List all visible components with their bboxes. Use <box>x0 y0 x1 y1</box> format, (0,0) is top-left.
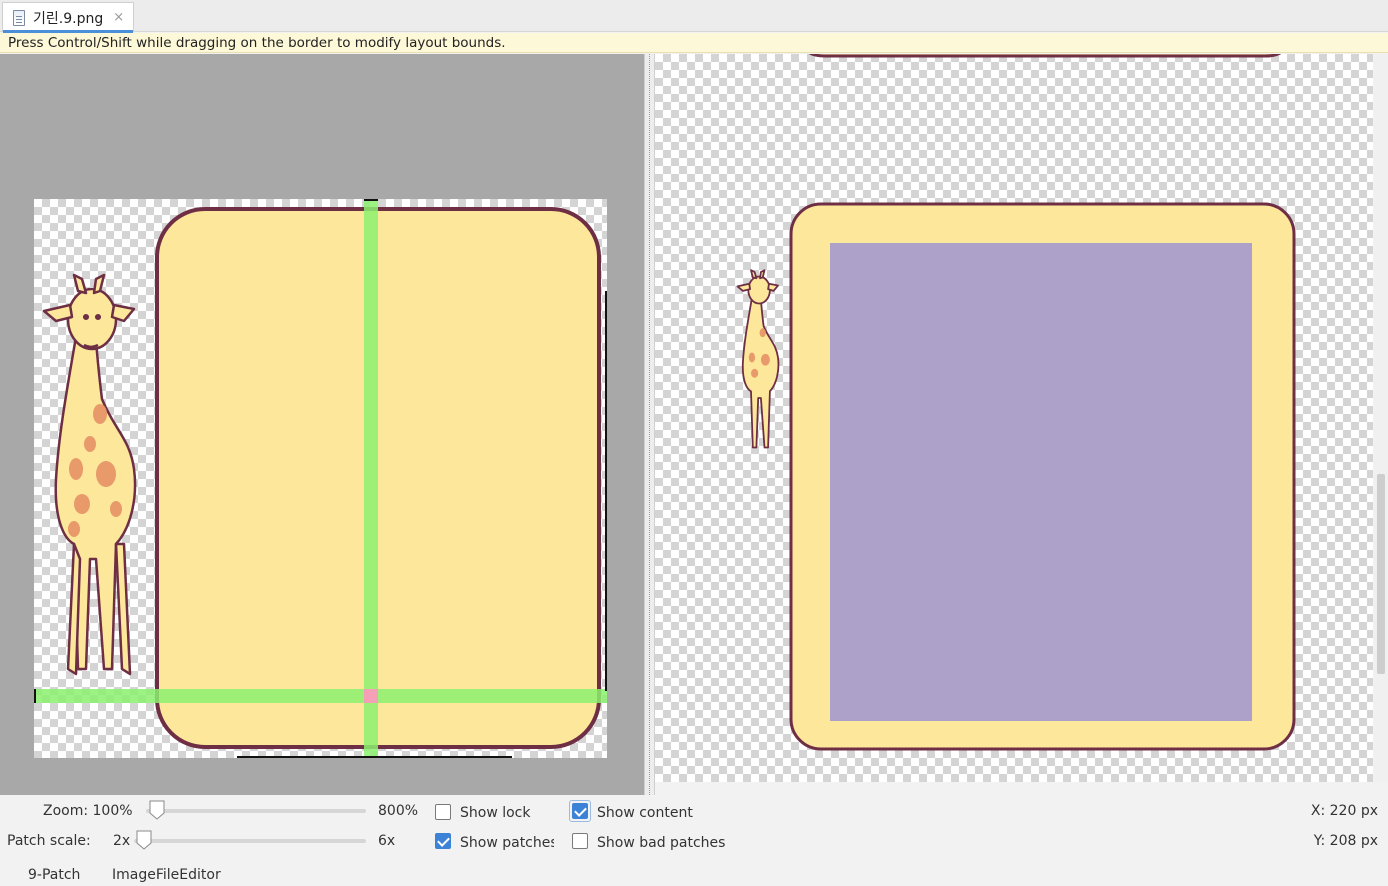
editor-tab-bar: 기린.9.png × <box>0 0 1388 33</box>
hint-bar: Press Control/Shift while dragging on th… <box>0 33 1388 53</box>
scrollbar-thumb[interactable] <box>1377 474 1385 674</box>
pane-splitter[interactable] <box>644 54 655 795</box>
show-content-checkbox[interactable] <box>572 803 588 819</box>
bottom-tab-9patch[interactable]: 9-Patch <box>28 867 80 883</box>
show-content-label: Show content <box>597 805 693 821</box>
giraffe-image <box>42 273 137 676</box>
patch-scale-min: 2x <box>113 833 131 849</box>
cursor-x-readout: X: 220 px <box>1310 803 1378 819</box>
bottom-tab-imagefileeditor[interactable]: ImageFileEditor <box>112 867 221 883</box>
file-icon <box>13 9 25 26</box>
controls-panel: Zoom: 100% 800% Patch scale: 2x 6x Show … <box>0 795 1388 886</box>
preview-scrollbar[interactable] <box>1374 54 1388 782</box>
show-bad-patches-label: Show bad patches <box>597 835 726 851</box>
zoom-slider-thumb[interactable] <box>149 800 165 820</box>
cursor-y-readout: Y: 208 px <box>1313 833 1378 849</box>
close-icon[interactable]: × <box>113 10 124 25</box>
vertical-patch-guide <box>364 199 378 758</box>
patch-intersection <box>364 689 378 703</box>
patch-scale-slider-thumb[interactable] <box>136 830 152 850</box>
horizontal-patch-guide <box>34 689 607 703</box>
zoom-max-label: 800% <box>378 803 419 819</box>
zoom-label: Zoom: 100% <box>43 803 133 819</box>
content-area <box>830 243 1252 721</box>
preview-panel-top <box>808 54 1282 58</box>
preview-giraffe <box>736 269 780 449</box>
ninepatch-editor-pane[interactable] <box>0 54 644 795</box>
file-tab-title: 기린.9.png <box>33 10 104 27</box>
file-tab[interactable]: 기린.9.png × <box>2 2 134 33</box>
patch-scale-max: 6x <box>378 833 396 849</box>
show-lock-label: Show lock <box>460 805 531 821</box>
show-patches-checkbox[interactable] <box>435 833 451 849</box>
ninepatch-image-canvas[interactable] <box>34 199 607 758</box>
preview-pane <box>655 54 1373 782</box>
show-lock-checkbox[interactable] <box>435 804 451 820</box>
show-bad-patches-checkbox[interactable] <box>572 833 588 849</box>
zoom-slider[interactable] <box>146 809 366 813</box>
patch-scale-slider[interactable] <box>134 839 366 843</box>
patch-scale-label: Patch scale: <box>7 833 91 849</box>
show-patches-label: Show patches <box>460 835 554 851</box>
